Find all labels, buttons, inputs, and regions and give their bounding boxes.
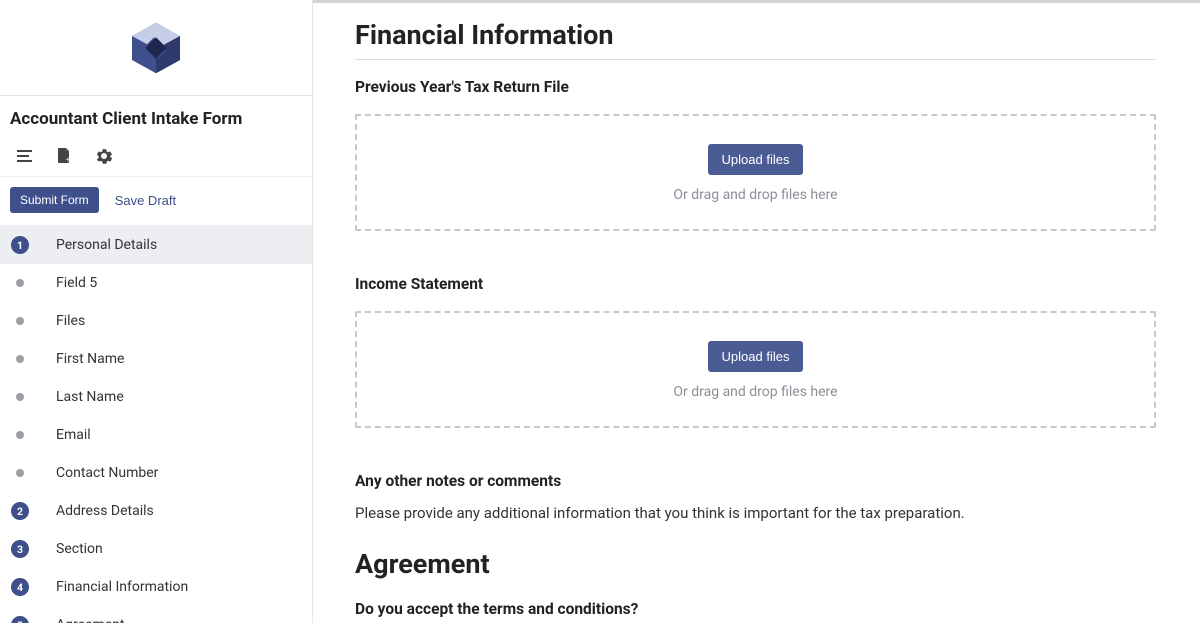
nav-list[interactable]: 1 Personal Details Field 5 Files First Name L…: [0, 226, 312, 623]
nav-item-label: Agreement: [56, 617, 124, 623]
nav-item-label: First Name: [56, 351, 124, 367]
nav-item[interactable]: First Name: [0, 340, 312, 378]
nav-item[interactable]: 4 Financial Information: [0, 568, 312, 606]
nav-dot-icon: [16, 469, 24, 477]
nav-item[interactable]: Field 5: [0, 264, 312, 302]
nav-item-label: Section: [56, 541, 103, 557]
save-draft-link[interactable]: Save Draft: [115, 193, 176, 208]
nav-item[interactable]: 2 Address Details: [0, 492, 312, 530]
field-label-income: Income Statement: [355, 275, 1156, 293]
nav-item-label: Field 5: [56, 275, 97, 291]
dropzone-income[interactable]: Upload files Or drag and drop files here: [355, 311, 1156, 428]
nav-number-badge: 1: [11, 236, 29, 254]
field-label-notes: Any other notes or comments: [355, 472, 1156, 490]
svg-text:+: +: [66, 156, 70, 164]
nav-dot-icon: [16, 279, 24, 287]
drop-hint: Or drag and drop files here: [367, 384, 1144, 400]
submit-form-button[interactable]: Submit Form: [10, 187, 99, 213]
nav-dot-icon: [16, 393, 24, 401]
field-label-prev-tax: Previous Year's Tax Return File: [355, 78, 1156, 96]
section-title-financial: Financial Information: [355, 19, 1156, 60]
menu-icon[interactable]: [16, 148, 32, 164]
nav-item[interactable]: 1 Personal Details: [0, 226, 312, 264]
field-label-terms: Do you accept the terms and conditions?: [355, 600, 1156, 618]
nav-item[interactable]: 3 Section: [0, 530, 312, 568]
nav-dot-icon: [16, 317, 24, 325]
nav-dot-icon: [16, 355, 24, 363]
sidebar-toolbar: +: [0, 138, 312, 177]
main-content: Financial Information Previous Year's Ta…: [313, 0, 1200, 623]
nav-item-label: Last Name: [56, 389, 124, 405]
nav-item[interactable]: Last Name: [0, 378, 312, 416]
nav-number-badge: 5: [11, 616, 29, 623]
nav-item-label: Email: [56, 427, 91, 443]
nav-item-label: Contact Number: [56, 465, 158, 481]
nav-item[interactable]: Contact Number: [0, 454, 312, 492]
nav-dot-icon: [16, 431, 24, 439]
nav-item[interactable]: 5 Agreement: [0, 606, 312, 623]
drop-hint: Or drag and drop files here: [367, 187, 1144, 203]
nav-number-badge: 3: [11, 540, 29, 558]
nav-number-badge: 4: [11, 578, 29, 596]
sidebar-actions: Submit Form Save Draft: [0, 177, 312, 226]
nav-item[interactable]: Files: [0, 302, 312, 340]
upload-files-button[interactable]: Upload files: [708, 341, 804, 372]
nav-item-label: Personal Details: [56, 237, 157, 253]
dropzone-prev-tax[interactable]: Upload files Or drag and drop files here: [355, 114, 1156, 231]
upload-files-button[interactable]: Upload files: [708, 144, 804, 175]
nav-item[interactable]: Email: [0, 416, 312, 454]
logo-wrap: [0, 0, 312, 96]
settings-icon[interactable]: [96, 148, 112, 164]
section-title-agreement: Agreement: [355, 548, 1156, 586]
nav-item-label: Financial Information: [56, 579, 188, 595]
nav-number-badge: 2: [11, 502, 29, 520]
nav-item-label: Address Details: [56, 503, 154, 519]
notes-description: Please provide any additional informatio…: [355, 504, 1156, 522]
app-logo-icon: [126, 18, 186, 78]
file-add-icon[interactable]: +: [56, 148, 72, 164]
nav-item-label: Files: [56, 313, 85, 329]
form-title: Accountant Client Intake Form: [0, 96, 312, 138]
sidebar: Accountant Client Intake Form + Submit F…: [0, 0, 313, 623]
